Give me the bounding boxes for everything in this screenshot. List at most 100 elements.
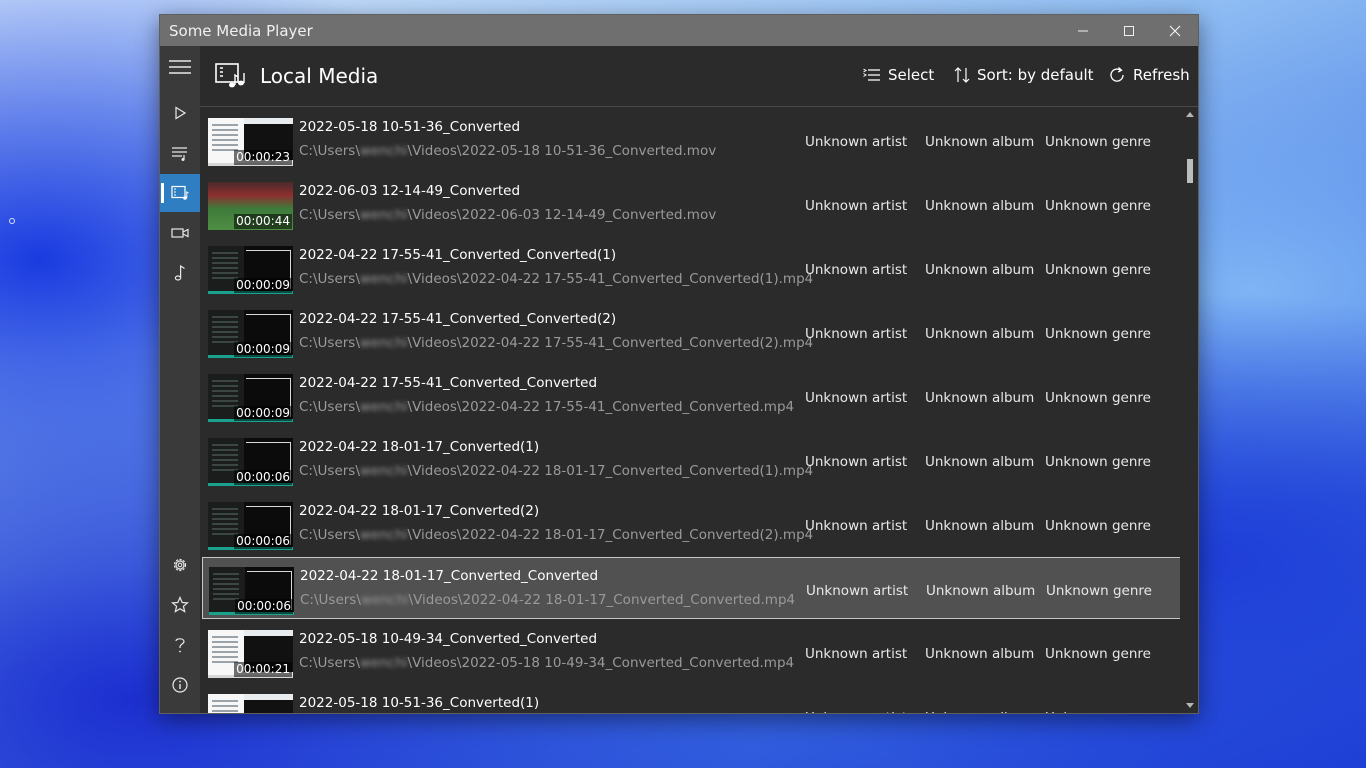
album-cell: Unknown album (925, 390, 1035, 406)
local-media-icon (171, 185, 189, 200)
nav-videos[interactable] (160, 214, 200, 252)
select-list-icon (863, 68, 880, 81)
maximize-button[interactable] (1106, 15, 1152, 46)
album-cell: Unknown album (925, 518, 1035, 534)
media-title: 2022-05-18 10-49-34_Converted_Converted (299, 631, 598, 647)
media-row[interactable]: 00:00:06 2022-04-22 18-01-17_Converted_Co… (202, 557, 1180, 619)
path-prefix: C:\Users\ (299, 335, 360, 351)
scrollbar-thumb[interactable] (1187, 159, 1193, 183)
media-path: C:\Users\wenchi\Videos\2022-04-22 18-01-… (299, 527, 813, 543)
duration-label: 00:00:06 (234, 470, 292, 485)
media-row[interactable]: 00:00:06 2022-04-22 18-01-17_Converted(1)… (202, 429, 1180, 491)
path-suffix: \Videos\2022-04-22 17-55-41_Converted_Co… (407, 271, 814, 287)
minimize-icon (1078, 30, 1088, 31)
artist-cell: Unknown artist (805, 518, 908, 534)
genre-cell: Unknown genre (1045, 262, 1151, 278)
media-row[interactable]: 00:00:09 2022-04-22 17-55-41_Converted_Co… (202, 237, 1180, 299)
media-list[interactable]: 00:00:23 2022-05-18 10-51-36_Converted C:\… (200, 107, 1180, 713)
genre-cell: Unknown genre (1045, 134, 1151, 150)
window-title: Some Media Player (169, 22, 313, 40)
nav-local-media[interactable] (160, 174, 200, 212)
path-suffix: \Videos\2022-06-03 12-14-49_Converted.mo… (407, 207, 717, 223)
media-title: 2022-05-18 10-51-36_Converted (299, 119, 521, 135)
duration-label: 00:00:09 (234, 342, 292, 357)
duration-label: 00:00:09 (234, 406, 292, 421)
nav-about[interactable] (160, 666, 200, 704)
media-title: 2022-04-22 17-55-41_Converted_Converted(… (299, 247, 617, 263)
play-icon (175, 106, 187, 120)
video-thumbnail: 00:00:06 (208, 438, 293, 486)
video-thumbnail: 00:00:09 (208, 374, 293, 422)
path-prefix: C:\Users\ (299, 271, 360, 287)
media-path: C:\Users\wenchi\Videos\2022-04-22 18-01-… (300, 592, 795, 608)
artist-cell: Unknown artist (805, 646, 908, 662)
media-row[interactable]: 00:00:09 2022-04-22 17-55-41_Converted_Co… (202, 365, 1180, 427)
path-prefix: C:\Users\ (299, 463, 360, 479)
nav-favorites[interactable] (160, 586, 200, 624)
path-prefix: C:\Users\ (299, 655, 360, 671)
scroll-down-arrow-icon[interactable] (1186, 701, 1194, 709)
scroll-up-arrow-icon[interactable] (1186, 111, 1194, 119)
playlist-icon (172, 147, 187, 161)
media-row[interactable]: 00:00:06 2022-04-22 18-01-17_Converted(2)… (202, 493, 1180, 555)
duration-label: 00:00:44 (234, 214, 292, 229)
media-title: 2022-04-22 17-55-41_Converted_Converted (299, 375, 598, 391)
video-thumbnail: 00:00:09 (208, 310, 293, 358)
album-cell: Unknown album (925, 710, 1034, 713)
info-icon (172, 677, 188, 693)
genre-cell: Unknown genre (1045, 326, 1151, 342)
vertical-scrollbar[interactable] (1182, 107, 1198, 713)
media-path: C:\Users\wenchi\Videos\2022-04-22 17-55-… (299, 335, 813, 351)
path-prefix: C:\Users\ (300, 592, 361, 608)
album-cell: Unknown album (925, 454, 1035, 470)
video-thumbnail: 00:00:09 (208, 246, 293, 294)
nav-help[interactable] (160, 626, 200, 664)
path-suffix: \Videos\2022-05-18 10-51-36_Converted.mo… (407, 143, 717, 159)
media-title: 2022-06-03 12-14-49_Converted (299, 183, 521, 199)
title-bar[interactable]: Some Media Player (160, 15, 1198, 46)
path-username-blurred: wenchi (359, 399, 408, 415)
artist-cell: Unknown artist (805, 390, 908, 406)
media-title: 2022-04-22 18-01-17_Converted(2) (299, 503, 540, 519)
album-cell: Unknown album (925, 646, 1035, 662)
local-media-header-icon (215, 63, 245, 88)
select-button[interactable]: Select (863, 66, 934, 84)
minimize-button[interactable] (1060, 15, 1106, 46)
media-row[interactable]: 00:00:23 2022-05-18 10-51-36_Converted C:\… (202, 109, 1180, 171)
artist-cell: Unknown artist (805, 710, 907, 713)
media-path: C:\Users\wenchi\Videos\2022-04-22 17-55-… (299, 399, 794, 415)
path-suffix: \Videos\2022-05-18 10-49-34_Converted_Co… (407, 655, 795, 671)
path-suffix: \Videos\2022-04-22 17-55-41_Converted_Co… (407, 399, 795, 415)
path-username-blurred: wenchi (359, 463, 408, 479)
sort-icon (954, 67, 970, 83)
sort-label: Sort: by default (977, 66, 1094, 84)
path-username-blurred: wenchi (359, 527, 408, 543)
media-title: 2022-05-18 10-51-36_Converted(1) (299, 695, 540, 711)
media-row[interactable]: 00:00:44 2022-06-03 12-14-49_Converted C:\… (202, 173, 1180, 235)
nav-settings[interactable] (160, 546, 200, 584)
duration-label: 00:00:06 (234, 534, 292, 549)
refresh-button[interactable]: Refresh (1108, 66, 1190, 84)
nav-now-playing[interactable] (160, 94, 200, 132)
media-row[interactable]: 00:00:21 2022-05-18 10-49-34_Converted_Co… (202, 621, 1180, 683)
video-thumbnail: 00:00:06 (208, 502, 293, 550)
genre-cell: Unknown genre (1045, 646, 1151, 662)
app-window: Some Media Player Local Media Select Sor… (159, 14, 1199, 714)
hamburger-icon (169, 60, 191, 74)
duration-label: 00:00:09 (234, 278, 292, 293)
nav-music[interactable] (160, 254, 200, 292)
close-icon (1169, 25, 1181, 36)
media-row[interactable]: 2022-05-18 10-51-36_Converted(1)C:\Users… (202, 685, 1180, 713)
duration-label: 00:00:21 (234, 662, 292, 677)
media-path: C:\Users\wenchi\Videos\2022-06-03 12-14-… (299, 207, 716, 223)
path-prefix: C:\Users\ (299, 399, 360, 415)
path-suffix: \Videos\2022-04-22 17-55-41_Converted_Co… (407, 335, 814, 351)
media-row[interactable]: 00:00:09 2022-04-22 17-55-41_Converted_Co… (202, 301, 1180, 363)
nav-playlists[interactable] (160, 134, 200, 172)
sort-button[interactable]: Sort: by default (954, 66, 1094, 84)
menu-button[interactable] (160, 48, 200, 86)
close-button[interactable] (1152, 15, 1198, 46)
refresh-icon (1110, 67, 1124, 82)
path-username-blurred: wenchi (359, 335, 408, 351)
genre-cell: Unknown genre (1045, 390, 1151, 406)
